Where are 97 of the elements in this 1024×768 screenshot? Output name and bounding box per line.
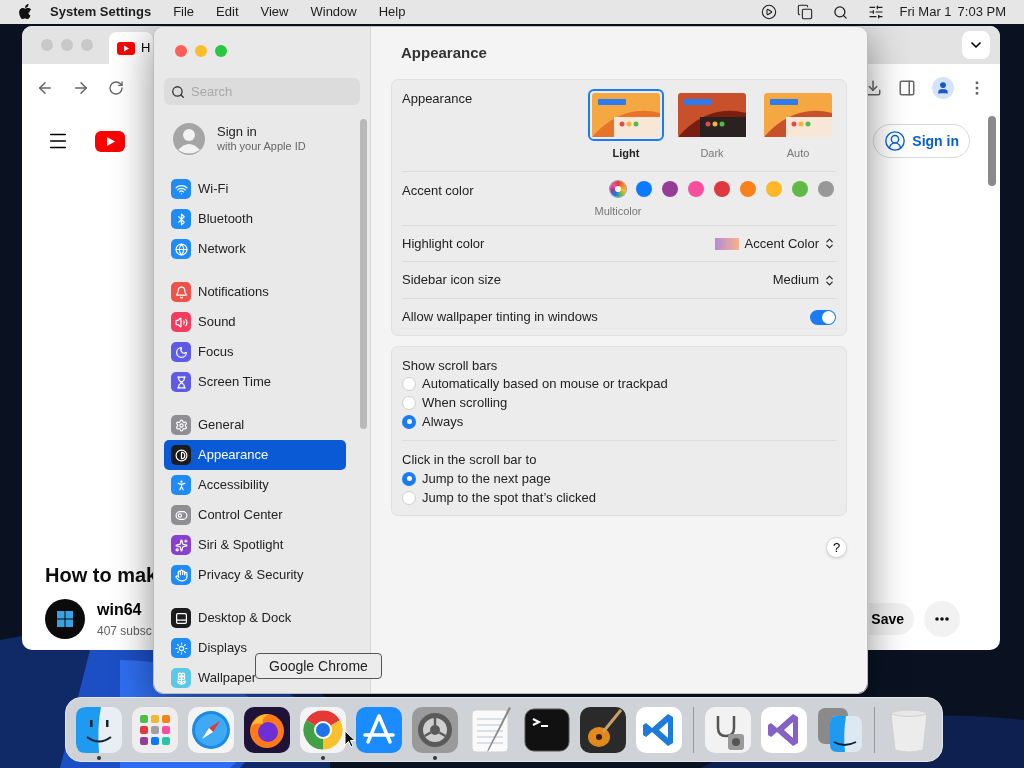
app-grid-icon[interactable] <box>131 705 179 754</box>
theme-preview-icon <box>764 93 832 137</box>
compass-icon[interactable] <box>187 705 235 754</box>
color-swatch[interactable] <box>766 180 782 197</box>
scrollbar-thumb[interactable] <box>988 116 996 186</box>
color-swatch[interactable] <box>662 180 678 197</box>
sidebar-item[interactable]: Bluetooth <box>164 204 346 234</box>
more-icon <box>935 617 949 621</box>
apple-icon[interactable] <box>18 4 32 20</box>
video-logo-icon <box>117 41 135 55</box>
menu-item[interactable]: Window <box>310 2 357 22</box>
sidebar-item[interactable]: Notifications <box>164 277 346 307</box>
setting-label: Appearance <box>402 90 473 108</box>
group-label: Show scroll bars <box>402 357 499 374</box>
setting-label: Accent color <box>402 181 474 200</box>
sidebar-item[interactable]: Siri & Spotlight <box>164 530 346 560</box>
tab-list-button[interactable] <box>962 31 990 59</box>
terminal-icon[interactable] <box>523 705 571 754</box>
sidebar-item[interactable]: General <box>164 410 346 440</box>
ribbon-icon[interactable] <box>760 705 808 754</box>
appearance-option[interactable]: Auto <box>760 89 836 162</box>
tooltip: Google Chrome <box>255 653 382 679</box>
flame-globe-icon[interactable] <box>243 705 291 754</box>
sidebar-item[interactable]: Appearance <box>164 440 346 470</box>
two-faces-icon[interactable] <box>816 705 864 754</box>
switches-icon[interactable] <box>867 4 884 20</box>
guitar-icon[interactable] <box>579 705 627 754</box>
radio-option[interactable]: Automatically based on mouse or trackpad <box>402 374 836 393</box>
radio-option[interactable]: Jump to the next page <box>402 469 836 488</box>
windows-icon[interactable] <box>796 4 813 20</box>
menu-time[interactable]: 7:03 PM <box>957 2 1006 22</box>
setting-label: Highlight color <box>402 234 485 253</box>
forward-icon[interactable] <box>72 79 90 97</box>
user-icon <box>884 130 907 152</box>
setting-label: Sidebar icon size <box>402 271 501 290</box>
more-button[interactable] <box>924 601 960 637</box>
cursor-icon <box>344 730 356 748</box>
color-swatch[interactable] <box>740 180 756 197</box>
letter-a-icon[interactable] <box>355 705 403 754</box>
play-icon[interactable] <box>760 4 777 20</box>
sidebar-item[interactable]: Sound <box>164 307 346 337</box>
help-button[interactable]: ? <box>826 537 847 558</box>
search-icon <box>171 84 185 99</box>
theme-preview-icon <box>678 93 746 137</box>
channel-avatar[interactable] <box>45 599 85 639</box>
theme-preview-icon <box>592 93 660 137</box>
color-swatch[interactable] <box>688 180 704 197</box>
browser-tab[interactable]: H <box>109 32 153 64</box>
color-swatch[interactable] <box>610 180 626 197</box>
sidebar-item[interactable]: Privacy & Security <box>164 560 346 590</box>
app-menu[interactable]: System Settings <box>50 2 152 22</box>
video-logo-icon[interactable] <box>95 130 125 152</box>
code-ribbon-icon[interactable] <box>635 705 683 754</box>
tri-color-wheel-icon[interactable] <box>299 705 347 754</box>
stepper-icon <box>823 273 836 287</box>
color-swatch[interactable] <box>818 180 834 197</box>
menu-item[interactable]: Help <box>378 2 406 22</box>
stethoscope-icon[interactable] <box>704 705 752 754</box>
smiling-face-icon[interactable] <box>75 705 123 754</box>
save-button[interactable]: Save <box>869 603 914 635</box>
group-label: Click in the scroll bar to <box>402 451 538 469</box>
sidebar-item[interactable]: Wi-Fi <box>164 174 346 204</box>
radio-option[interactable]: Always <box>402 412 836 431</box>
appearance-option[interactable]: Dark <box>674 89 750 162</box>
scrollbar-thumb[interactable] <box>360 119 367 429</box>
toggle-switch[interactable] <box>810 309 836 325</box>
menu-item[interactable]: File <box>173 2 195 22</box>
icon-size-popup[interactable]: Medium <box>772 270 836 290</box>
reload-icon[interactable] <box>108 80 124 96</box>
sidebar-item[interactable]: Control Center <box>164 500 346 530</box>
account-row[interactable]: Sign in with your Apple ID <box>164 118 360 160</box>
color-swatch[interactable] <box>714 180 730 197</box>
side-panel-icon[interactable] <box>898 79 916 97</box>
menu-item[interactable]: Edit <box>216 2 239 22</box>
color-swatch[interactable] <box>792 180 808 197</box>
stepper-icon <box>823 237 836 250</box>
accent-caption: Multicolor <box>594 203 642 219</box>
menu-item[interactable]: View <box>260 2 289 22</box>
profile-icon[interactable] <box>932 77 954 99</box>
channel-name[interactable]: win64 <box>97 598 152 622</box>
sidebar-item[interactable]: Focus <box>164 337 346 367</box>
radio-option[interactable]: Jump to the spot that’s clicked <box>402 488 836 507</box>
subscriber-count: 407 subsc <box>97 623 152 640</box>
search-icon[interactable] <box>832 4 848 20</box>
sidebar-item[interactable]: Network <box>164 234 346 264</box>
avatar-icon <box>173 123 205 155</box>
sidebar-item[interactable]: Accessibility <box>164 470 346 500</box>
sidebar-item[interactable]: Screen Time <box>164 367 346 397</box>
page-title: Appearance <box>400 43 488 63</box>
setting-label: Allow wallpaper tinting in windows <box>402 308 598 327</box>
menu-date[interactable]: Fri Mar 1 <box>899 2 952 22</box>
sidebar-item[interactable]: Desktop & Dock <box>164 603 346 633</box>
highlight-color-popup[interactable]: Accent Color <box>714 233 836 254</box>
back-icon[interactable] <box>36 79 54 97</box>
gear-icon[interactable] <box>411 705 459 754</box>
color-swatch[interactable] <box>636 180 652 197</box>
radio-option[interactable]: When scrolling <box>402 393 836 412</box>
